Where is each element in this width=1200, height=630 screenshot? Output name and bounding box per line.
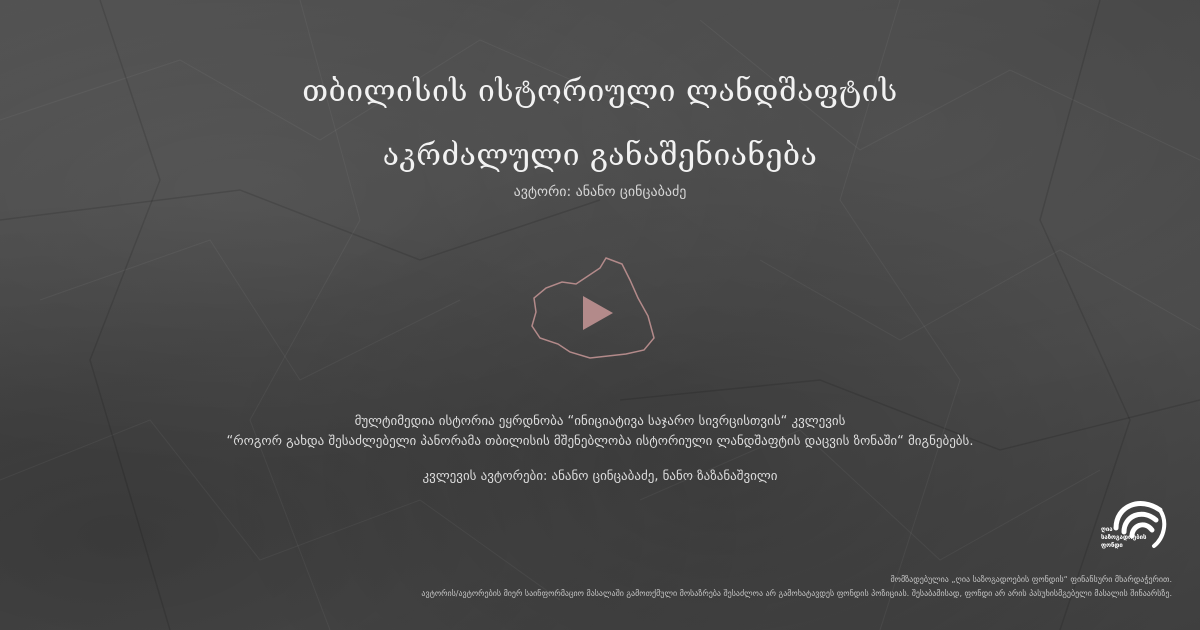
research-authors: კვლევის ავტორები: ანანო ცინცაბაძე, ნანო … <box>422 469 778 484</box>
funding-disclaimer: მომზადებულია „ღია საზოგადოების ფონდის“ ფ… <box>421 573 1172 601</box>
disclaimer-line-1: მომზადებულია „ღია საზოგადოების ფონდის“ ფ… <box>890 575 1173 584</box>
title-line-2: აკრძალული განაშენიანება <box>382 138 818 173</box>
author-credit: ავტორი: ანანო ცინცაბაძე <box>513 184 687 200</box>
description-line-2: “როგორ გახდა შესაძლებელი პანორამა თბილის… <box>226 434 974 449</box>
description-line-1: მულტიმედია ისტორია ეყრდნობა “ინიციატივა … <box>354 414 846 429</box>
logo-line-2: საზოგადოების <box>1101 534 1147 541</box>
story-description: მულტიმედია ისტორია ეყრდნობა “ინიციატივა … <box>0 412 1200 452</box>
logo-line-1: ღია <box>1101 526 1113 533</box>
logo-text[interactable]: ღია საზოგადოების ფონდი <box>1101 526 1151 550</box>
page-title: თბილისის ისტორიული ლანდშაფტის აკრძალული … <box>0 60 1200 188</box>
disclaimer-line-2: ავტორის/ავტორების მიერ საინფორმაციო მასა… <box>421 589 1172 598</box>
play-icon[interactable] <box>583 296 613 330</box>
logo-line-3: ფონდი <box>1101 542 1123 549</box>
title-line-1: თბილისის ისტორიული ლანდშაფტის <box>302 74 898 109</box>
